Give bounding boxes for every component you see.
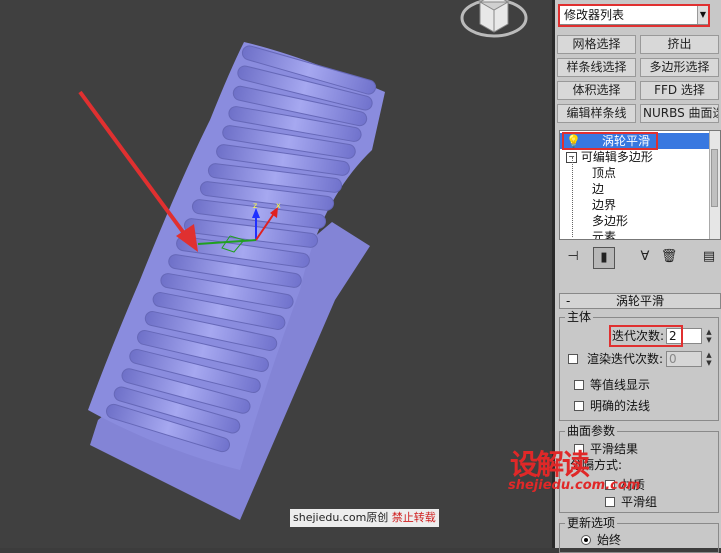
- stack-toolbar: ⊣ ▮ ∀ 🗑 ▤: [559, 245, 721, 269]
- turbosmooth-rollout-header[interactable]: - 涡轮平滑: [559, 293, 721, 309]
- stack-scrollbar[interactable]: [709, 131, 720, 239]
- stack-item-editable-poly[interactable]: − 可编辑多边形: [566, 149, 653, 165]
- watermark-logo: 设解读: [510, 448, 590, 481]
- annotation-arrow: [78, 90, 198, 252]
- stack-item-label: 可编辑多边形: [580, 150, 653, 164]
- rollout-title: 涡轮平滑: [615, 294, 664, 308]
- pin-stack-icon[interactable]: ⊣: [563, 247, 583, 267]
- explicit-normals-checkbox[interactable]: [574, 401, 584, 411]
- spinner-arrows-icon[interactable]: ▲ ▼: [704, 351, 714, 367]
- spinner-arrows-icon[interactable]: ▲ ▼: [704, 328, 714, 344]
- isoline-display-label: 等值线显示: [590, 378, 651, 392]
- show-end-result-icon[interactable]: ▮: [593, 247, 615, 269]
- poly-select-button[interactable]: 多边形选择: [640, 58, 719, 77]
- stack-sub-polygon[interactable]: 多边形: [592, 213, 628, 229]
- highlight-box-iterations: [609, 325, 683, 347]
- render-iters-spinner[interactable]: 0: [666, 351, 702, 367]
- surface-params-title: 曲面参数: [565, 424, 618, 438]
- render-iters-label: 渲染迭代次数:: [587, 352, 664, 366]
- vol-select-button[interactable]: 体积选择: [557, 81, 636, 100]
- highlight-box-modifier-list: [558, 4, 710, 27]
- update-options-title: 更新选项: [565, 516, 618, 530]
- collapse-icon: -: [566, 294, 571, 308]
- svg-text:x: x: [276, 201, 281, 210]
- stack-sub-element[interactable]: 元素: [592, 229, 616, 239]
- explicit-normals-label: 明确的法线: [590, 399, 651, 413]
- scene-render: z x: [78, 42, 385, 520]
- smoothing-groups-checkbox[interactable]: [605, 497, 615, 507]
- watermark-url: shejiedu.com.com: [508, 478, 641, 493]
- remove-modifier-icon[interactable]: 🗑: [659, 247, 679, 267]
- viewcube-icon[interactable]: [460, 0, 528, 40]
- main-group-title: 主体: [565, 310, 594, 324]
- credit-suffix: 禁止转载: [391, 511, 436, 524]
- highlight-box-turbosmooth: [562, 132, 658, 150]
- edit-spline-button[interactable]: 编辑样条线: [557, 104, 636, 123]
- smooth-result-label: 平滑结果: [590, 442, 639, 456]
- stack-sub-vertex[interactable]: 顶点: [592, 165, 616, 181]
- ffd-select-button[interactable]: FFD 选择: [640, 81, 719, 100]
- extrude-button[interactable]: 挤出: [640, 35, 719, 54]
- viewport-perspective[interactable]: z x: [0, 0, 552, 548]
- mesh-select-button[interactable]: 网格选择: [557, 35, 636, 54]
- always-radio[interactable]: [581, 535, 591, 545]
- svg-text:z: z: [253, 201, 257, 210]
- scrollbar-thumb[interactable]: [711, 149, 718, 207]
- stack-sub-edge[interactable]: 边: [592, 181, 604, 197]
- always-label: 始终: [597, 533, 622, 547]
- credit-prefix: shejiedu.com原创: [293, 511, 389, 524]
- render-iters-checkbox[interactable]: [568, 354, 578, 364]
- isoline-display-checkbox[interactable]: [574, 380, 584, 390]
- stack-sub-border[interactable]: 边界: [592, 197, 616, 213]
- spline-select-button[interactable]: 样条线选择: [557, 58, 636, 77]
- modifier-stack[interactable]: 💡 涡轮平滑 − 可编辑多边形 顶点 边 边界 多边形 元素: [559, 130, 721, 240]
- configure-sets-icon[interactable]: ▤: [699, 247, 719, 267]
- tree-line: [572, 157, 574, 237]
- nurbs-surface-select-button[interactable]: NURBS 曲面选择: [640, 104, 719, 123]
- make-unique-icon[interactable]: ∀: [635, 247, 655, 267]
- credit-banner: shejiedu.com原创 禁止转载: [290, 509, 439, 527]
- smoothing-groups-label: 平滑组: [621, 495, 658, 509]
